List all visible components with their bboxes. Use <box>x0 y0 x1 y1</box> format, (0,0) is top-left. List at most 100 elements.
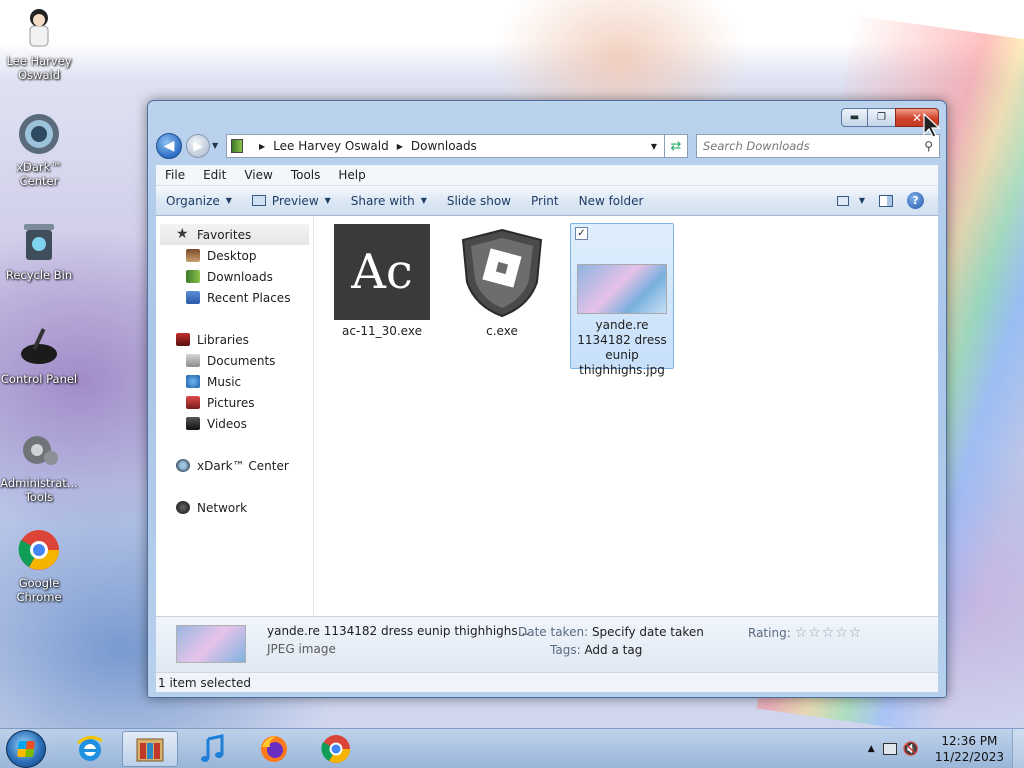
file-name: yande.re 1134182 dress eunip thighhighs.… <box>577 318 667 377</box>
xdark-center-icon <box>17 112 61 156</box>
breadcrumb-user[interactable]: Lee Harvey Oswald <box>273 139 389 153</box>
breadcrumb-downloads[interactable]: Downloads <box>411 139 477 153</box>
show-desktop-button[interactable] <box>1012 729 1024 768</box>
documents-icon <box>186 354 200 367</box>
nav-xdark-center[interactable]: xDark™ Center <box>156 455 313 476</box>
nav-label: Documents <box>207 353 276 368</box>
back-button[interactable]: ◀ <box>156 133 182 159</box>
nav-label: Pictures <box>207 395 255 410</box>
libraries-icon <box>176 333 190 346</box>
music-icon <box>186 375 200 388</box>
nav-pictures[interactable]: Pictures <box>156 392 313 413</box>
taskbar-chrome[interactable] <box>308 731 364 767</box>
nav-downloads[interactable]: Downloads <box>156 266 313 287</box>
preview-pane-icon[interactable] <box>879 194 893 207</box>
details-file-type: JPEG image <box>267 642 336 656</box>
nav-desktop[interactable]: Desktop <box>156 245 313 266</box>
taskbar-internet-explorer[interactable] <box>62 731 118 767</box>
maximize-button[interactable]: ❐ <box>867 108 896 127</box>
chrome-icon <box>321 735 350 763</box>
file-item[interactable]: Ac ac-11_30.exe <box>330 224 434 339</box>
show-hidden-icons-icon[interactable]: ▲ <box>868 744 875 754</box>
taskbar-windows-explorer[interactable] <box>122 731 178 767</box>
nav-label: Recent Places <box>207 290 291 305</box>
share-with-button[interactable]: Share with ▼ <box>341 194 437 208</box>
desktop-icon-recycle-bin[interactable]: Recycle Bin <box>0 220 78 282</box>
search-input[interactable] <box>703 139 925 153</box>
ac-app-icon: Ac <box>334 224 430 320</box>
change-view-button[interactable]: ▼ <box>836 195 865 206</box>
recycle-bin-icon <box>17 220 61 264</box>
nav-documents[interactable]: Documents <box>156 350 313 371</box>
taskbar-firefox[interactable] <box>246 731 302 767</box>
minimize-button[interactable]: ▬ <box>841 108 868 127</box>
itunes-icon <box>201 734 224 762</box>
desktop-icon-label: Administrat... Tools <box>0 476 78 504</box>
rating-stars[interactable]: ☆☆☆☆☆ <box>795 625 863 641</box>
organize-button[interactable]: Organize ▼ <box>156 194 242 208</box>
tags-label: Tags: <box>550 643 581 657</box>
views-icon <box>836 195 849 206</box>
menu-help[interactable]: Help <box>329 168 374 182</box>
clock[interactable]: 12:36 PM 11/22/2023 <box>935 733 1004 765</box>
refresh-button[interactable]: ⇄ <box>664 134 688 158</box>
caret-down-icon: ▼ <box>324 196 331 205</box>
desktop-icon-xdark-center[interactable]: xDark™ Center <box>0 112 78 188</box>
star-icon: ★ <box>176 226 189 242</box>
recent-pages-dropdown[interactable]: ▼ <box>212 141 218 150</box>
chevron-right-icon[interactable]: ▶ <box>259 142 265 151</box>
content-area: ★ Favorites Desktop Downloads Recent Pla… <box>156 216 938 616</box>
caret-down-icon: ▼ <box>858 196 865 205</box>
nav-network[interactable]: Network <box>156 497 313 518</box>
slide-show-button[interactable]: Slide show <box>437 194 521 208</box>
file-item[interactable]: c.exe <box>450 224 554 339</box>
desktop-icon-control-panel[interactable]: Control Panel <box>0 324 78 386</box>
search-icon[interactable]: ⚲ <box>924 139 933 153</box>
forward-button[interactable]: ▶ <box>186 134 210 158</box>
volume-muted-icon[interactable]: 🔇 <box>903 742 919 757</box>
menu-view[interactable]: View <box>235 168 281 182</box>
address-bar[interactable]: ▶ Lee Harvey Oswald ▶ Downloads ▼ <box>226 134 688 158</box>
desktop-icon-label: Control Panel <box>0 372 78 386</box>
nav-label: Videos <box>207 416 247 431</box>
start-button[interactable] <box>6 730 46 768</box>
arrow-left-icon: ◀ <box>163 138 175 154</box>
nav-label: Downloads <box>207 269 273 284</box>
selection-checkbox[interactable]: ✓ <box>575 227 588 240</box>
date-taken-value[interactable]: Specify date taken <box>592 625 704 639</box>
arrow-right-icon: ▶ <box>193 139 203 153</box>
menu-edit[interactable]: Edit <box>194 168 235 182</box>
details-file-name: yande.re 1134182 dress eunip thighhighs.… <box>267 624 530 638</box>
navigation-pane: ★ Favorites Desktop Downloads Recent Pla… <box>156 216 314 616</box>
print-button[interactable]: Print <box>521 194 569 208</box>
nav-libraries[interactable]: Libraries <box>156 329 313 350</box>
chevron-right-icon[interactable]: ▶ <box>397 142 403 151</box>
nav-videos[interactable]: Videos <box>156 413 313 434</box>
file-item-selected[interactable]: ✓ yande.re 1134182 dress eunip thighhigh… <box>570 223 674 377</box>
nav-label: Desktop <box>207 248 257 263</box>
minimize-icon: ▬ <box>849 112 860 123</box>
roblox-shield-icon <box>454 224 550 320</box>
preview-button[interactable]: Preview ▼ <box>242 194 341 208</box>
desktop-icon-administrative-tools[interactable]: Administrat... Tools <box>0 428 78 504</box>
videos-icon <box>186 417 200 430</box>
menu-tools[interactable]: Tools <box>282 168 330 182</box>
file-name: c.exe <box>486 324 518 338</box>
taskbar-itunes[interactable] <box>184 731 240 767</box>
nav-favorites[interactable]: ★ Favorites <box>160 224 309 245</box>
desktop-icon-user-folder[interactable]: Lee Harvey Oswald <box>0 6 78 82</box>
nav-recent-places[interactable]: Recent Places <box>156 287 313 308</box>
clock-time: 12:36 PM <box>941 734 998 748</box>
network-status-icon[interactable] <box>882 743 897 755</box>
nav-music[interactable]: Music <box>156 371 313 392</box>
internet-explorer-icon <box>77 736 103 761</box>
desktop-icon-google-chrome[interactable]: Google Chrome <box>0 528 78 604</box>
search-box[interactable]: ⚲ <box>696 134 940 158</box>
tags-value[interactable]: Add a tag <box>584 643 642 657</box>
address-dropdown-icon[interactable]: ▼ <box>651 142 657 151</box>
help-icon[interactable]: ? <box>907 192 924 209</box>
file-name: ac-11_30.exe <box>342 324 422 338</box>
new-folder-button[interactable]: New folder <box>569 194 654 208</box>
mouse-cursor-icon <box>923 112 941 138</box>
menu-file[interactable]: File <box>156 168 194 182</box>
